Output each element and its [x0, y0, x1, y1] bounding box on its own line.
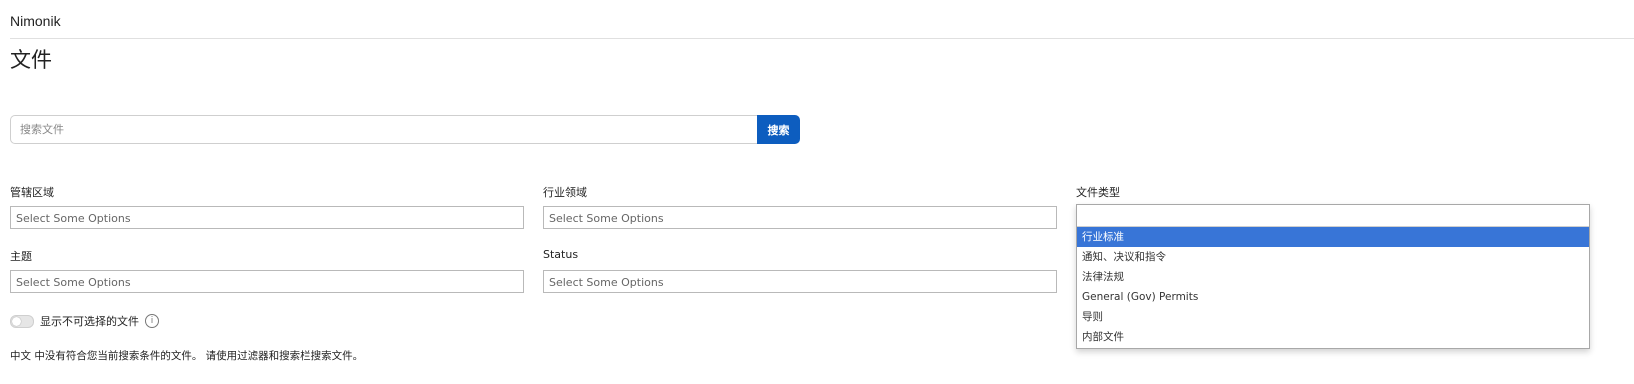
doc-type-dropdown[interactable]: 行业标准 通知、决议和指令 法律法规 General (Gov) Permits…: [1076, 204, 1590, 349]
status-select[interactable]: Select Some Options: [543, 270, 1057, 293]
page-title: 文件: [10, 48, 52, 72]
doc-type-option[interactable]: 行业标准: [1077, 227, 1589, 247]
header-divider: [10, 38, 1634, 39]
doc-type-option[interactable]: 导则: [1077, 307, 1589, 327]
jurisdiction-select[interactable]: Select Some Options: [10, 206, 524, 229]
jurisdiction-label: 管辖区域: [10, 186, 54, 199]
topic-label: 主题: [10, 250, 32, 263]
brand-name[interactable]: Nimonik: [10, 13, 61, 29]
doc-type-option[interactable]: 法律法规: [1077, 267, 1589, 287]
empty-results-message: 中文 中没有符合您当前搜索条件的文件。 请使用过滤器和搜索栏搜索文件。: [10, 350, 364, 362]
industry-select[interactable]: Select Some Options: [543, 206, 1057, 229]
doc-type-option[interactable]: 通知、决议和指令: [1077, 247, 1589, 267]
search-bar: 搜索: [10, 115, 800, 144]
show-unselectable-toggle[interactable]: [10, 314, 34, 328]
toggle-label: 显示不可选择的文件: [40, 315, 139, 328]
info-icon[interactable]: i: [145, 314, 159, 328]
search-button[interactable]: 搜索: [757, 115, 800, 144]
doc-type-search-field[interactable]: [1077, 205, 1589, 227]
show-unselectable-toggle-row: 显示不可选择的文件 i: [10, 313, 159, 329]
toggle-knob: [12, 316, 21, 326]
industry-label: 行业领域: [543, 186, 587, 199]
search-input[interactable]: [10, 115, 757, 144]
topic-select[interactable]: Select Some Options: [10, 270, 524, 293]
doc-type-option[interactable]: General (Gov) Permits: [1077, 287, 1589, 307]
doc-type-label: 文件类型: [1076, 186, 1120, 199]
status-label: Status: [543, 248, 579, 261]
doc-type-option[interactable]: 内部文件: [1077, 327, 1589, 347]
